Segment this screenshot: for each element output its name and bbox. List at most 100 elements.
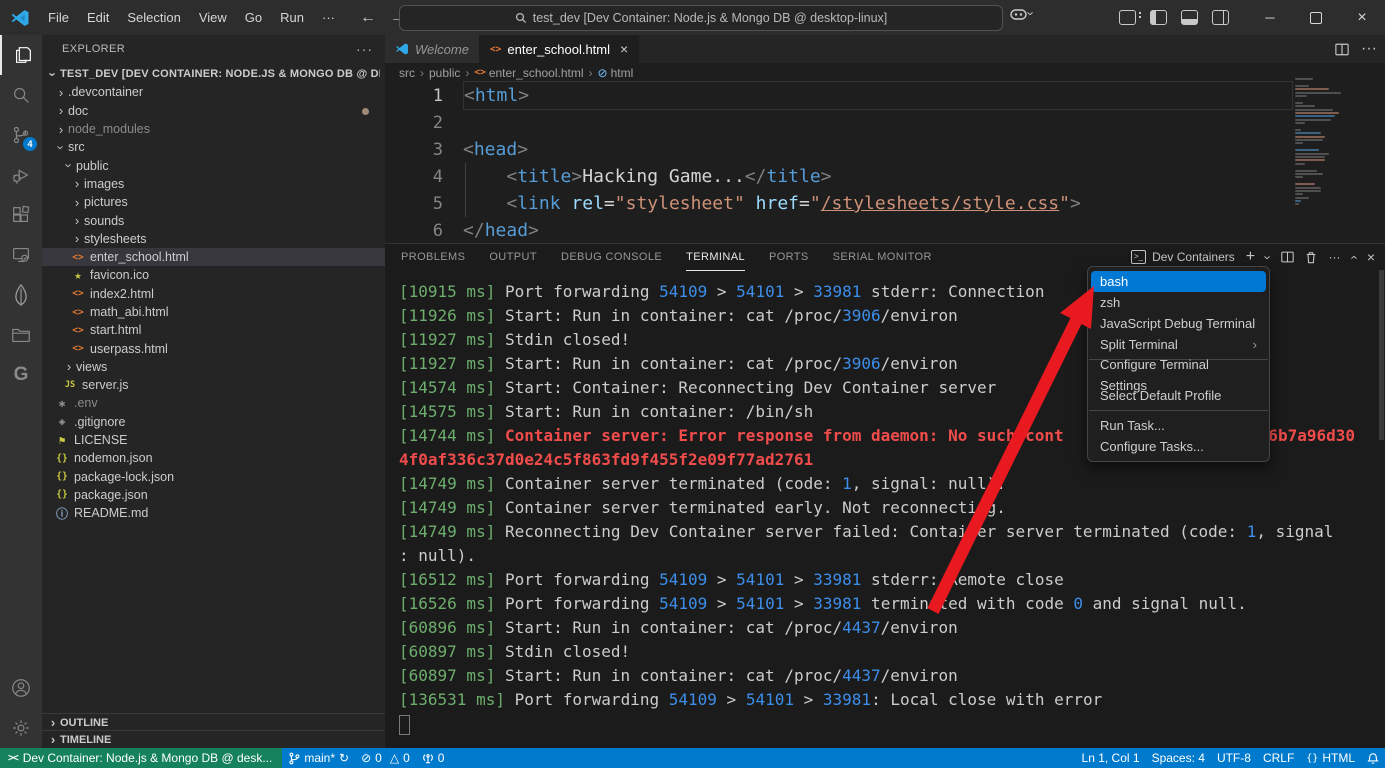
menu-go[interactable]: Go	[236, 0, 271, 35]
close-panel-icon[interactable]: ×	[1367, 249, 1375, 265]
menu-edit[interactable]: Edit	[78, 0, 118, 35]
activity-search[interactable]	[0, 75, 42, 115]
panel-more-actions-icon[interactable]: ···	[1328, 250, 1340, 264]
problems-status[interactable]: ⊘ 0 △ 0	[355, 748, 416, 768]
breadcrumb-public[interactable]: public	[429, 66, 460, 80]
editor-more-actions-icon[interactable]: ···	[1361, 40, 1377, 58]
terminal-profile-dropdown[interactable]: ›	[1261, 255, 1276, 259]
split-terminal-icon[interactable]	[1281, 251, 1294, 263]
menu-item-configure-tasks-[interactable]: Configure Tasks...	[1091, 436, 1266, 457]
command-center-search[interactable]: test_dev [Dev Container: Node.js & Mongo…	[399, 5, 1003, 31]
menu-item-configure-terminal-settings[interactable]: Configure Terminal Settings	[1091, 364, 1266, 385]
kill-terminal-icon[interactable]	[1305, 251, 1317, 264]
tree-item-doc[interactable]: ›doc	[42, 102, 385, 120]
menu-run[interactable]: Run	[271, 0, 313, 35]
menu-selection[interactable]: Selection	[118, 0, 189, 35]
language-mode[interactable]: {} HTML	[1300, 748, 1361, 768]
tree-item-pictures[interactable]: ›pictures	[42, 193, 385, 211]
activity-extensions[interactable]	[0, 195, 42, 235]
radio-tower-icon	[422, 752, 434, 764]
indentation-status[interactable]: Spaces: 4	[1146, 748, 1211, 768]
breadcrumb-src[interactable]: src	[399, 66, 415, 80]
menu-item-javascript-debug-terminal[interactable]: JavaScript Debug Terminal	[1091, 313, 1266, 334]
activity-source-control[interactable]: 4	[0, 115, 42, 155]
panel-tab-ports[interactable]: PORTS	[769, 244, 809, 271]
activity-folder-view[interactable]	[0, 315, 42, 355]
menu-view[interactable]: View	[190, 0, 236, 35]
copilot-button[interactable]: ›	[1010, 6, 1033, 21]
tree-item-package-json[interactable]: {}package.json	[42, 486, 385, 504]
menu-item-run-task-[interactable]: Run Task...	[1091, 415, 1266, 436]
menu-item-split-terminal[interactable]: Split Terminal›	[1091, 334, 1266, 355]
menu-item-zsh[interactable]: zsh	[1091, 292, 1266, 313]
customize-layout-icon[interactable]	[1119, 10, 1136, 25]
activity-gitlens[interactable]: G	[0, 355, 42, 395]
maximize-button[interactable]	[1293, 0, 1339, 35]
tree-item-favicon-ico[interactable]: ★favicon.ico	[42, 266, 385, 284]
toggle-panel-icon[interactable]	[1181, 10, 1198, 25]
tab-enter-school[interactable]: <> enter_school.html ×	[480, 35, 639, 63]
tree-item-index2-html[interactable]: <>index2.html	[42, 285, 385, 303]
tree-item-server-js[interactable]: JSserver.js	[42, 376, 385, 394]
tree-item-userpass-html[interactable]: <>userpass.html	[42, 339, 385, 357]
tree-item--gitignore[interactable]: ◈.gitignore	[42, 413, 385, 431]
timeline-section[interactable]: › TIMELINE	[42, 730, 385, 748]
tree-item-start-html[interactable]: <>start.html	[42, 321, 385, 339]
nav-back-icon[interactable]: ←	[360, 9, 376, 27]
activity-mongodb[interactable]	[0, 275, 42, 315]
tab-welcome[interactable]: Welcome	[385, 35, 480, 63]
terminal-instance-item[interactable]: >_ Dev Containers	[1131, 250, 1235, 264]
tree-item-stylesheets[interactable]: ›stylesheets	[42, 230, 385, 248]
terminal-scrollbar[interactable]	[1379, 270, 1384, 440]
breadcrumb-file[interactable]: enter_school.html	[489, 66, 584, 80]
accounts-button[interactable]	[0, 668, 42, 708]
tree-item-package-lock-json[interactable]: {}package-lock.json	[42, 468, 385, 486]
toggle-secondary-sidebar-icon[interactable]	[1212, 10, 1229, 25]
tree-item-readme-md[interactable]: ⓘREADME.md	[42, 504, 385, 522]
split-editor-icon[interactable]	[1335, 43, 1349, 56]
tree-item-src[interactable]: ›src	[42, 138, 385, 156]
tree-item-public[interactable]: ›public	[42, 156, 385, 174]
menu-file[interactable]: File	[39, 0, 78, 35]
eol-status[interactable]: CRLF	[1257, 748, 1300, 768]
breadcrumb[interactable]: src › public › <> enter_school.html › ⊘ …	[385, 63, 1385, 82]
minimap[interactable]	[1295, 78, 1357, 228]
tree-item-images[interactable]: ›images	[42, 175, 385, 193]
activity-remote-explorer[interactable]	[0, 235, 42, 275]
encoding-status[interactable]: UTF-8	[1211, 748, 1257, 768]
tree-item-test-dev-dev-container-node-js[interactable]: ›TEST_DEV [DEV CONTAINER: NODE.JS & MONG…	[42, 65, 385, 83]
tree-item--env[interactable]: ✱.env	[42, 394, 385, 412]
tree-item-nodemon-json[interactable]: {}nodemon.json	[42, 449, 385, 467]
cursor-position[interactable]: Ln 1, Col 1	[1076, 748, 1146, 768]
toggle-sidebar-icon[interactable]	[1150, 10, 1167, 25]
close-tab-icon[interactable]: ×	[620, 41, 628, 57]
menu-item-bash[interactable]: bash	[1091, 271, 1266, 292]
close-button[interactable]: ×	[1339, 0, 1385, 35]
tree-item-math-abi-html[interactable]: <>math_abi.html	[42, 303, 385, 321]
remote-indicator[interactable]: >< Dev Container: Node.js & Mongo DB @ d…	[0, 748, 282, 768]
forwarded-ports-status[interactable]: 0	[416, 748, 451, 768]
menu-more[interactable]: ···	[313, 0, 344, 35]
maximize-panel-icon[interactable]: ›	[1346, 255, 1361, 259]
activity-run-debug[interactable]	[0, 155, 42, 195]
tree-item-sounds[interactable]: ›sounds	[42, 211, 385, 229]
minimize-button[interactable]: ─	[1247, 0, 1293, 35]
tree-item-enter-school-html[interactable]: <>enter_school.html	[42, 248, 385, 266]
panel-tab-terminal[interactable]: TERMINAL	[686, 244, 745, 271]
panel-tab-problems[interactable]: PROBLEMS	[401, 244, 465, 271]
tree-item-node-modules[interactable]: ›node_modules	[42, 120, 385, 138]
notifications-bell[interactable]	[1361, 748, 1385, 768]
branch-status[interactable]: main* ↻	[282, 748, 355, 768]
settings-button[interactable]	[0, 708, 42, 748]
breadcrumb-symbol[interactable]: html	[611, 66, 634, 80]
activity-explorer[interactable]	[0, 35, 44, 75]
tree-item-views[interactable]: ›views	[42, 358, 385, 376]
panel-tab-serial-monitor[interactable]: SERIAL MONITOR	[833, 244, 932, 271]
sidebar-actions-button[interactable]: ···	[356, 41, 373, 57]
tree-item-license[interactable]: ⚑LICENSE	[42, 431, 385, 449]
panel-tab-output[interactable]: OUTPUT	[489, 244, 537, 271]
tree-item--devcontainer[interactable]: ›.devcontainer	[42, 83, 385, 101]
panel-tab-debug-console[interactable]: DEBUG CONSOLE	[561, 244, 662, 271]
outline-section[interactable]: › OUTLINE	[42, 713, 385, 731]
new-terminal-button[interactable]: +	[1246, 248, 1255, 266]
